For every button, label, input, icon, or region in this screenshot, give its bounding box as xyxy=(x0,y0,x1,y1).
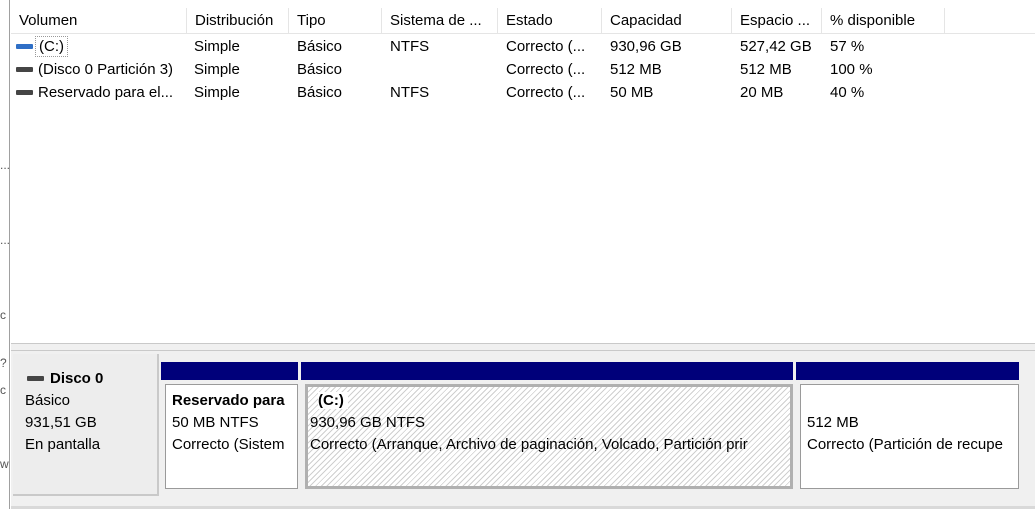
column-header-empty xyxy=(945,8,1035,33)
cell-type: Básico xyxy=(297,84,343,101)
column-header-type[interactable]: Tipo xyxy=(289,8,382,33)
partition-header-bar xyxy=(301,362,793,380)
cell-capacity: 512 MB xyxy=(610,61,662,78)
cell-volume-label: (Disco 0 Partición 3) xyxy=(38,61,174,78)
partition-header-bar xyxy=(161,362,298,380)
cell-status: Correcto (... xyxy=(506,84,586,101)
column-header-percent-free[interactable]: % disponible xyxy=(822,8,945,33)
column-header-filesystem[interactable]: Sistema de ... xyxy=(382,8,498,33)
cell-volume: (Disco 0 Partición 3) xyxy=(16,58,188,81)
cell-capacity: 50 MB xyxy=(610,84,654,101)
cell-filesystem: NTFS xyxy=(390,38,430,55)
partition-c[interactable]: (C:) 930,96 GB NTFS Correcto (Arranque, … xyxy=(301,362,793,489)
edge-glyph: ... xyxy=(0,158,11,172)
cell-type: Básico xyxy=(297,61,343,78)
cell-layout: Simple xyxy=(194,38,240,55)
edge-glyph: w xyxy=(0,457,9,471)
table-row[interactable]: (C:) Simple Básico NTFS Correcto (... 93… xyxy=(11,35,1035,58)
partition-size: 930,96 GB NTFS xyxy=(310,414,426,431)
partition-size: 50 MB NTFS xyxy=(172,414,259,431)
column-header-volume[interactable]: Volumen xyxy=(11,8,187,33)
cell-percent-free: 40 % xyxy=(830,84,865,101)
disk-info-panel[interactable]: Disco 0 Básico 931,51 GB En pantalla xyxy=(13,354,159,496)
column-header-capacity[interactable]: Capacidad xyxy=(602,8,732,33)
drive-icon xyxy=(16,67,33,72)
partition-body: Reservado para 50 MB NTFS Correcto (Sist… xyxy=(165,384,298,489)
partition-status: Correcto (Sistem xyxy=(172,436,285,453)
partition-body: 512 MB Correcto (Partición de recupe xyxy=(800,384,1019,489)
column-header-free-space[interactable]: Espacio ... xyxy=(732,8,822,33)
edge-glyph: c xyxy=(0,308,6,322)
partition-name: Reservado para xyxy=(172,392,285,409)
disk-kind: Básico xyxy=(25,392,71,409)
cell-layout: Simple xyxy=(194,61,240,78)
cell-volume-label: Reservado para el... xyxy=(38,84,174,101)
column-header-layout[interactable]: Distribución xyxy=(187,8,289,33)
partition-body: (C:) 930,96 GB NTFS Correcto (Arranque, … xyxy=(305,384,793,489)
partition-size: 512 MB xyxy=(807,414,859,431)
disk-size: 931,51 GB xyxy=(25,414,97,431)
volume-list-pane[interactable]: Volumen Distribución Tipo Sistema de ...… xyxy=(11,0,1035,343)
cell-type: Básico xyxy=(297,38,343,55)
cell-filesystem xyxy=(390,58,490,81)
cell-status: Correcto (... xyxy=(506,61,586,78)
table-row[interactable]: Reservado para el... Simple Básico NTFS … xyxy=(11,81,1035,104)
edge-glyph: ... xyxy=(0,233,11,247)
partition-recovery[interactable]: 512 MB Correcto (Partición de recupe xyxy=(796,362,1019,489)
cell-volume: Reservado para el... xyxy=(16,81,188,104)
drive-icon xyxy=(16,44,33,49)
cell-percent-free: 57 % xyxy=(830,38,865,55)
column-header-row: Volumen Distribución Tipo Sistema de ...… xyxy=(11,8,1035,34)
cell-filesystem: NTFS xyxy=(390,84,430,101)
disk-map-pane: Disco 0 Básico 931,51 GB En pantalla Res… xyxy=(11,351,1035,509)
disk-title: Disco 0 xyxy=(27,370,103,387)
window-left-edge: ... ... c ? c w xyxy=(0,0,10,509)
cell-free-space: 512 MB xyxy=(740,61,792,78)
cell-volume-label: (C:) xyxy=(35,36,68,57)
partition-status: Correcto (Partición de recupe xyxy=(807,436,1003,453)
pane-splitter[interactable] xyxy=(11,343,1035,351)
cell-capacity: 930,96 GB xyxy=(610,38,682,55)
column-header-status[interactable]: Estado xyxy=(498,8,602,33)
edge-glyph: c xyxy=(0,383,6,397)
cell-layout: Simple xyxy=(194,84,240,101)
drive-icon xyxy=(16,90,33,95)
disk-state: En pantalla xyxy=(25,436,101,453)
cell-free-space: 20 MB xyxy=(740,84,784,101)
cell-status: Correcto (... xyxy=(506,38,586,55)
edge-glyph: ? xyxy=(0,356,7,370)
partition-header-bar xyxy=(796,362,1019,380)
partition-name: (C:) xyxy=(318,392,348,409)
table-row[interactable]: (Disco 0 Partición 3) Simple Básico Corr… xyxy=(11,58,1035,81)
partition-status: Correcto (Arranque, Archivo de paginació… xyxy=(310,436,748,453)
cell-free-space: 527,42 GB xyxy=(740,38,812,55)
cell-percent-free: 100 % xyxy=(830,61,873,78)
cell-volume: (C:) xyxy=(16,35,186,58)
disk-name: Disco 0 xyxy=(50,370,104,387)
disk-icon xyxy=(27,376,44,381)
partition-reserved[interactable]: Reservado para 50 MB NTFS Correcto (Sist… xyxy=(161,362,298,489)
